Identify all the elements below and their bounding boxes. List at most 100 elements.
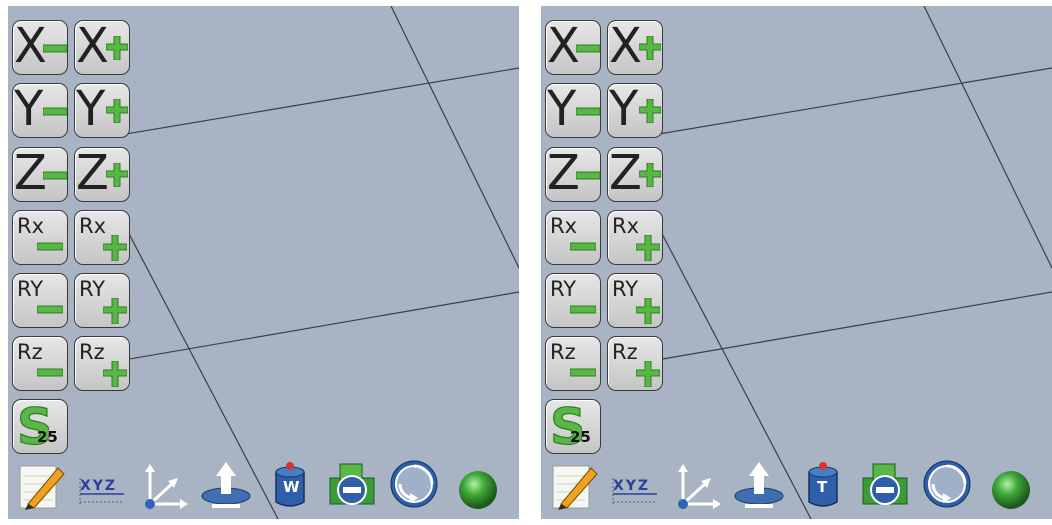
rx-plus-button[interactable]: Rx — [607, 210, 663, 265]
rx-label: Rx — [17, 214, 45, 238]
base-plane-icon — [734, 462, 784, 508]
rx-minus-button[interactable]: Rx — [545, 210, 601, 265]
rz-label: Rz — [612, 340, 638, 364]
minus-icon — [37, 368, 63, 377]
edit-button[interactable] — [547, 458, 601, 514]
frame-letter: W — [283, 478, 300, 496]
edit-icon — [552, 465, 598, 510]
x-minus-button[interactable]: X — [12, 20, 68, 75]
minus-icon — [570, 368, 596, 377]
rotate-view-button[interactable] — [388, 458, 442, 514]
rz-label: Rz — [79, 340, 105, 364]
plus-icon — [106, 36, 128, 60]
z-plus-button[interactable]: Z — [74, 147, 130, 202]
ry-label: RY — [17, 277, 44, 301]
base-plane-button[interactable] — [200, 458, 254, 514]
frame-icon: T — [808, 462, 838, 507]
xyz-label: XYZ — [613, 478, 650, 494]
x-plus-button[interactable]: X — [74, 20, 130, 75]
z-minus-button[interactable]: Z — [545, 147, 601, 202]
minus-icon — [43, 107, 67, 116]
ry-minus-button[interactable]: RY — [545, 273, 601, 328]
base-plane-button[interactable] — [733, 458, 787, 514]
rotate-view-button[interactable] — [921, 458, 975, 514]
axes-button[interactable] — [138, 458, 192, 514]
plus-icon — [106, 163, 128, 187]
plus-icon — [103, 298, 127, 324]
xyz-coordinates-icon: XYZ — [79, 478, 124, 506]
speed-button[interactable]: S 25 — [545, 399, 601, 454]
x-label: X — [547, 20, 580, 74]
axes-icon — [145, 464, 188, 509]
frame-letter: T — [817, 478, 828, 496]
y-label: Y — [14, 83, 44, 137]
ry-plus-button[interactable]: RY — [74, 273, 130, 328]
plus-icon — [106, 99, 128, 123]
x-label: X — [609, 20, 642, 74]
interference-button[interactable] — [326, 458, 380, 514]
plus-icon — [636, 361, 660, 387]
z-plus-button[interactable]: Z — [607, 147, 663, 202]
z-minus-button[interactable]: Z — [12, 147, 68, 202]
minus-icon — [576, 171, 600, 180]
speed-button[interactable]: S 25 — [12, 399, 68, 454]
frame-icon: W — [275, 462, 305, 507]
xyz-label: XYZ — [80, 478, 117, 494]
y-minus-button[interactable]: Y — [545, 83, 601, 138]
y-label: Y — [609, 83, 639, 137]
ry-plus-button[interactable]: RY — [607, 273, 663, 328]
y-plus-button[interactable]: Y — [74, 83, 130, 138]
rz-label: Rz — [550, 340, 576, 364]
rz-plus-button[interactable]: Rz — [74, 336, 130, 391]
interference-button[interactable] — [859, 458, 913, 514]
plus-icon — [636, 298, 660, 324]
rx-minus-button[interactable]: Rx — [12, 210, 68, 265]
z-label: Z — [609, 147, 642, 201]
y-label: Y — [76, 83, 106, 137]
status-lamp-icon — [459, 471, 497, 509]
x-label: X — [76, 20, 109, 74]
rotate-view-icon — [390, 460, 438, 508]
minus-icon — [43, 44, 67, 53]
status-lamp-icon — [992, 471, 1030, 509]
minus-icon — [37, 305, 63, 314]
status-lamp — [452, 458, 506, 514]
xyz-button[interactable]: XYZ — [609, 458, 663, 514]
frame-button[interactable]: T — [797, 458, 851, 514]
rz-minus-button[interactable]: Rz — [545, 336, 601, 391]
xyz-button[interactable]: XYZ — [76, 458, 130, 514]
interference-icon — [862, 463, 908, 505]
y-label: Y — [547, 83, 577, 137]
x-minus-button[interactable]: X — [545, 20, 601, 75]
axes-icon — [678, 464, 721, 509]
base-plane-icon — [201, 462, 251, 508]
x-label: X — [14, 20, 47, 74]
rx-plus-button[interactable]: Rx — [74, 210, 130, 265]
axes-button[interactable] — [671, 458, 725, 514]
rz-minus-button[interactable]: Rz — [12, 336, 68, 391]
plus-icon — [639, 99, 661, 123]
minus-icon — [37, 242, 63, 251]
z-label: Z — [14, 147, 47, 201]
x-plus-button[interactable]: X — [607, 20, 663, 75]
bottom-toolbar: XYZ — [8, 458, 519, 514]
xyz-coordinates-icon: XYZ — [612, 478, 657, 506]
rz-plus-button[interactable]: Rz — [607, 336, 663, 391]
speed-value: 25 — [37, 428, 58, 446]
ry-label: RY — [550, 277, 577, 301]
ry-minus-button[interactable]: RY — [12, 273, 68, 328]
z-label: Z — [76, 147, 109, 201]
rotate-view-icon — [923, 460, 971, 508]
left-jog-view: X X Y Y Z Z Rx Rx RY RY Rz Rz 25 XYZ W — [8, 6, 519, 519]
edit-button[interactable] — [14, 458, 68, 514]
rz-label: Rz — [17, 340, 43, 364]
rx-label: Rx — [79, 214, 107, 238]
status-lamp — [985, 458, 1039, 514]
y-minus-button[interactable]: Y — [12, 83, 68, 138]
y-plus-button[interactable]: Y — [607, 83, 663, 138]
speed-value: 25 — [570, 428, 591, 446]
plus-icon — [636, 235, 660, 261]
frame-button[interactable]: W — [264, 458, 318, 514]
rx-label: Rx — [612, 214, 640, 238]
right-jog-view: X X Y Y Z Z Rx Rx RY RY Rz Rz 25 XYZ T — [541, 6, 1052, 519]
